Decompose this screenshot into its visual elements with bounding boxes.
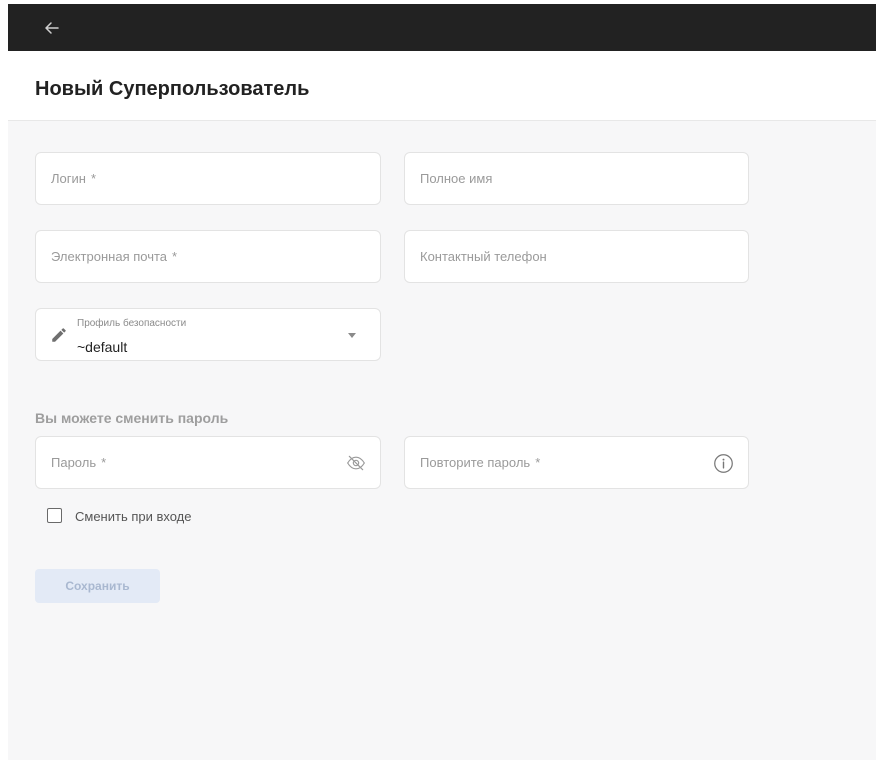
change-on-login-checkbox[interactable] bbox=[47, 508, 62, 523]
login-field[interactable]: Логин * bbox=[35, 152, 381, 205]
repeat-password-placeholder: Повторите пароль * bbox=[420, 455, 541, 470]
save-button[interactable]: Сохранить bbox=[35, 569, 160, 603]
phone-field[interactable]: Контактный телефон bbox=[404, 230, 749, 283]
login-placeholder: Логин * bbox=[51, 171, 97, 186]
password-section-title: Вы можете сменить пароль bbox=[35, 410, 229, 426]
page-title: Новый Суперпользователь bbox=[35, 78, 310, 100]
eye-off-icon[interactable] bbox=[346, 453, 366, 473]
back-button[interactable] bbox=[42, 18, 62, 38]
password-placeholder: Пароль * bbox=[51, 455, 107, 470]
full-name-placeholder: Полное имя bbox=[420, 171, 493, 186]
pencil-icon bbox=[52, 328, 66, 342]
info-icon[interactable] bbox=[713, 453, 734, 474]
email-field[interactable]: Электронная почта * bbox=[35, 230, 381, 283]
email-placeholder: Электронная почта * bbox=[51, 249, 178, 264]
top-bar bbox=[8, 4, 876, 51]
chevron-down-icon bbox=[348, 333, 356, 338]
security-profile-select[interactable]: Профиль безопасности ~default bbox=[35, 308, 381, 361]
page-header: Новый Суперпользователь bbox=[8, 51, 876, 121]
security-profile-label: Профиль безопасности bbox=[77, 318, 187, 329]
repeat-password-field[interactable]: Повторите пароль * bbox=[404, 436, 749, 489]
password-field[interactable]: Пароль * bbox=[35, 436, 381, 489]
security-profile-value: ~default bbox=[77, 339, 128, 355]
change-on-login-label: Сменить при входе bbox=[75, 509, 192, 524]
arrow-left-icon bbox=[45, 22, 59, 34]
form-container: Логин * Полное имя Электронная почта * Кон… bbox=[8, 121, 876, 760]
full-name-field[interactable]: Полное имя bbox=[404, 152, 749, 205]
phone-placeholder: Контактный телефон bbox=[420, 249, 547, 264]
